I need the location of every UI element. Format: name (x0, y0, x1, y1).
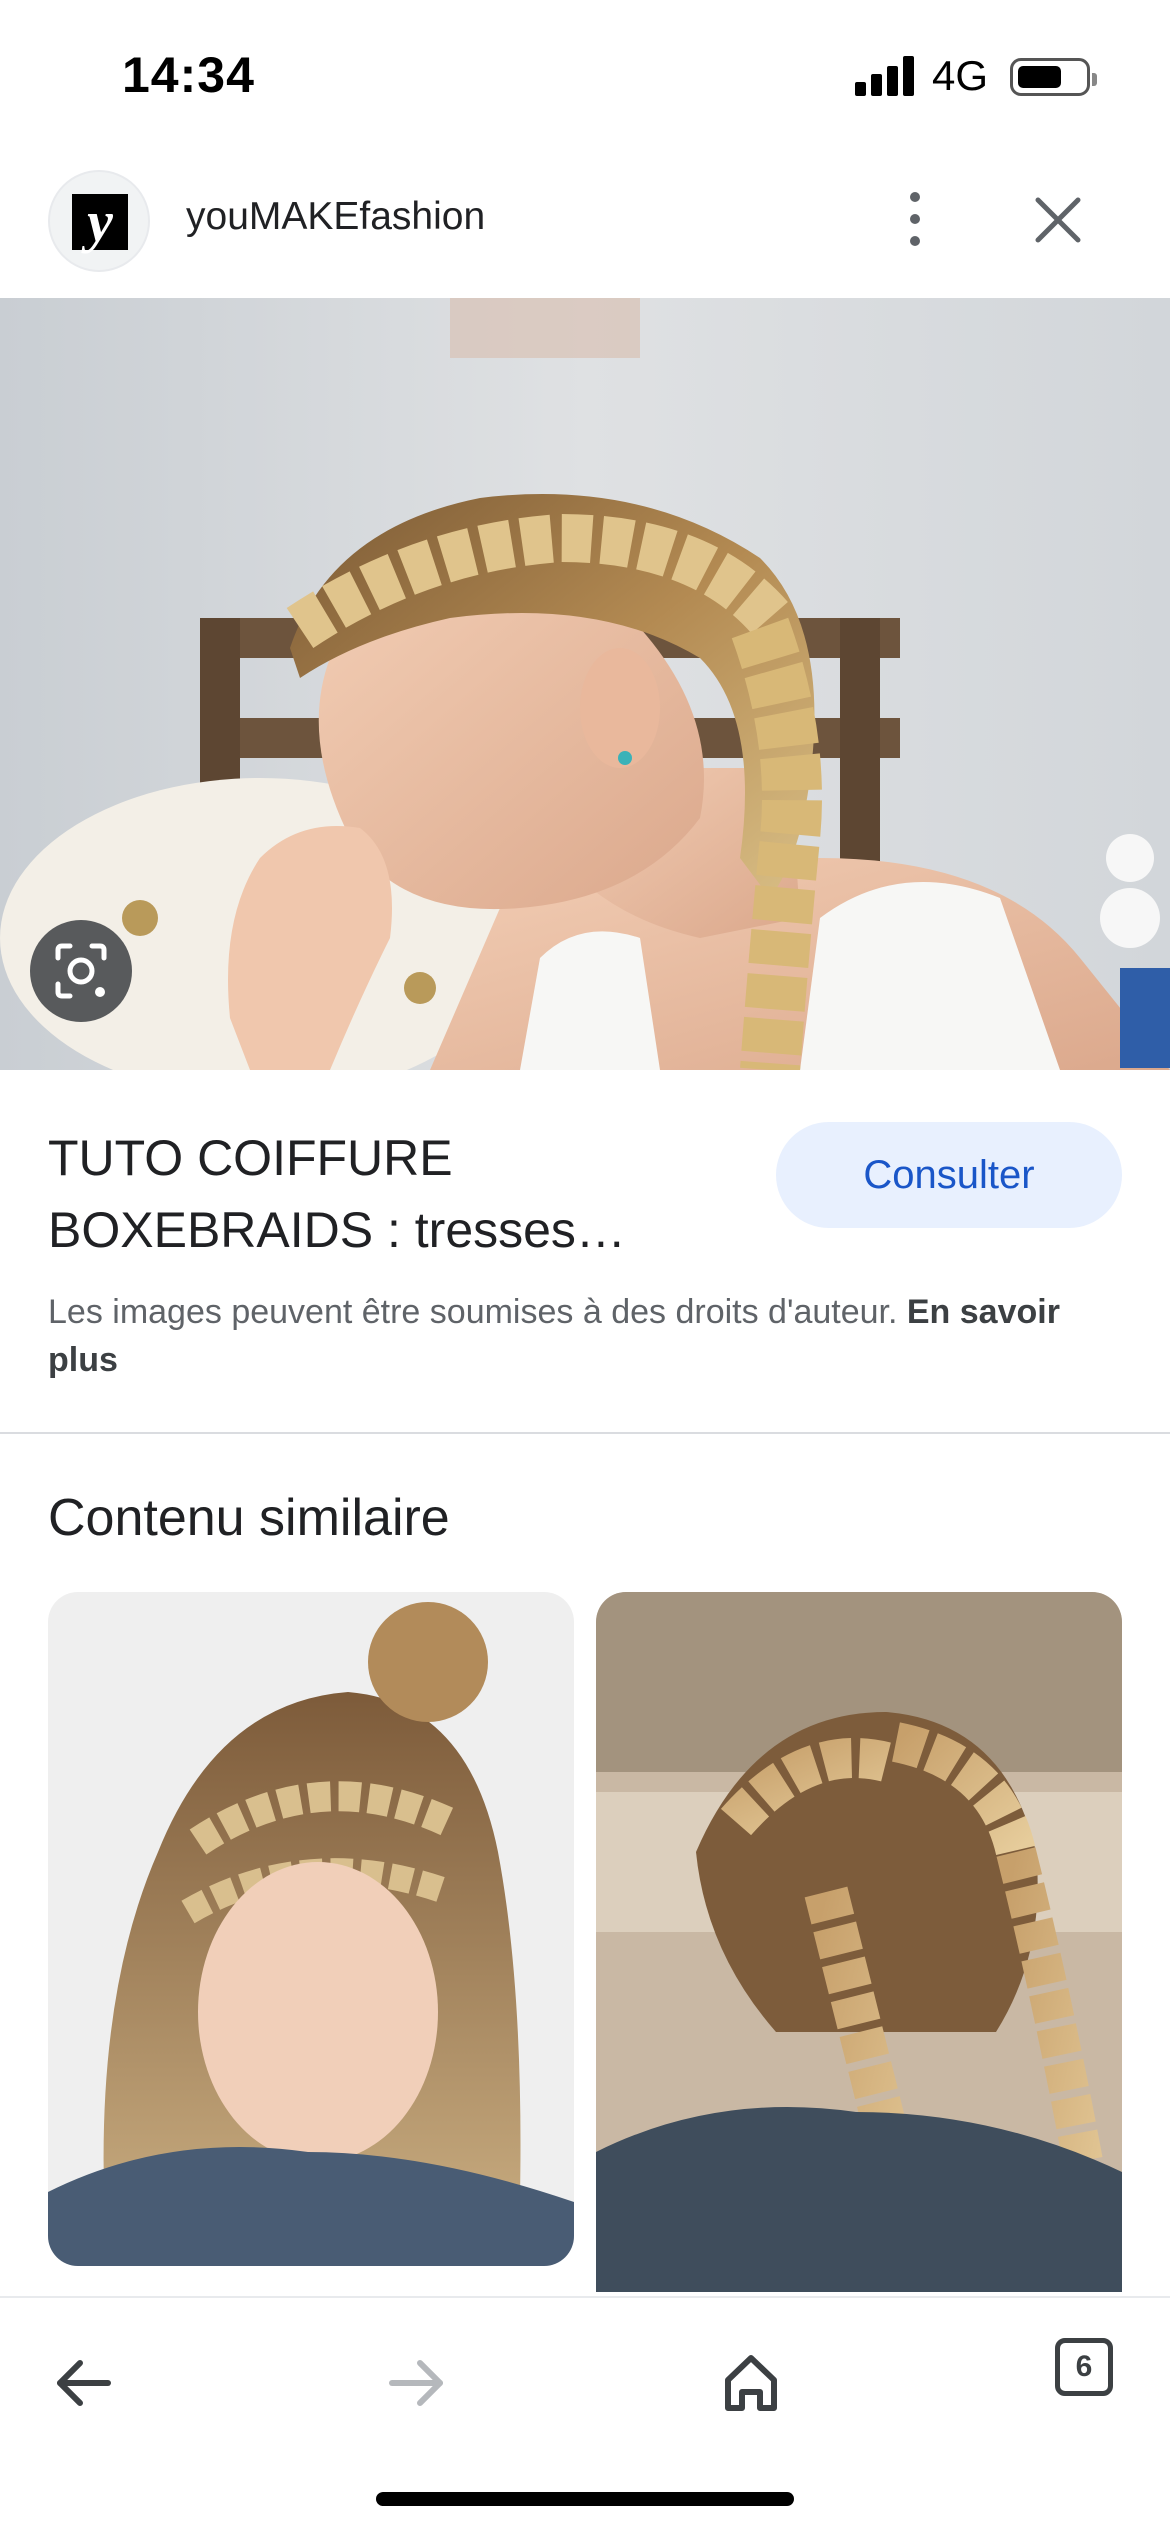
home-indicator[interactable] (376, 2492, 794, 2506)
google-lens-icon (55, 943, 107, 999)
copyright-text: Les images peuvent être soumises à des d… (48, 1293, 898, 1331)
copyright-notice: Les images peuvent être soumises à des d… (48, 1288, 1118, 1384)
close-icon (1035, 197, 1081, 243)
google-lens-button[interactable] (30, 920, 132, 1022)
site-logo-mark: y (72, 193, 128, 251)
similar-content-title: Contenu similaire (48, 1489, 450, 1547)
home-button[interactable] (706, 2338, 796, 2428)
similar-image[interactable] (48, 1592, 574, 2266)
back-arrow-icon (57, 2360, 111, 2406)
network-type: 4G (932, 52, 989, 99)
tabs-button[interactable]: 6 (1055, 2338, 1113, 2396)
braided-hair-photo (0, 298, 1170, 1070)
similar-image[interactable] (596, 1592, 1122, 2292)
site-logo[interactable]: y (48, 170, 150, 272)
consult-button[interactable]: Consulter (776, 1122, 1122, 1228)
close-button[interactable] (1022, 184, 1094, 256)
section-divider (0, 1432, 1170, 1434)
forward-button[interactable] (372, 2338, 462, 2428)
battery-icon (1010, 58, 1097, 96)
cellular-signal-icon (855, 56, 917, 96)
site-header: y youMAKEfashion (0, 150, 1170, 298)
home-icon (725, 2355, 777, 2411)
more-vert-icon (910, 192, 920, 202)
back-button[interactable] (38, 2338, 128, 2428)
similar-image-photo (596, 1592, 1122, 2292)
site-name[interactable]: youMAKEfashion (186, 195, 485, 239)
status-bar: 14:34 4G (0, 0, 1170, 150)
main-image[interactable] (0, 298, 1170, 1070)
forward-arrow-icon (389, 2360, 443, 2406)
status-time: 14:34 (122, 47, 255, 103)
similar-image-photo (48, 1592, 574, 2266)
result-title[interactable]: TUTO COIFFURE BOXEBRAIDS : tresses… (48, 1122, 748, 1266)
more-options-button[interactable] (880, 178, 950, 258)
